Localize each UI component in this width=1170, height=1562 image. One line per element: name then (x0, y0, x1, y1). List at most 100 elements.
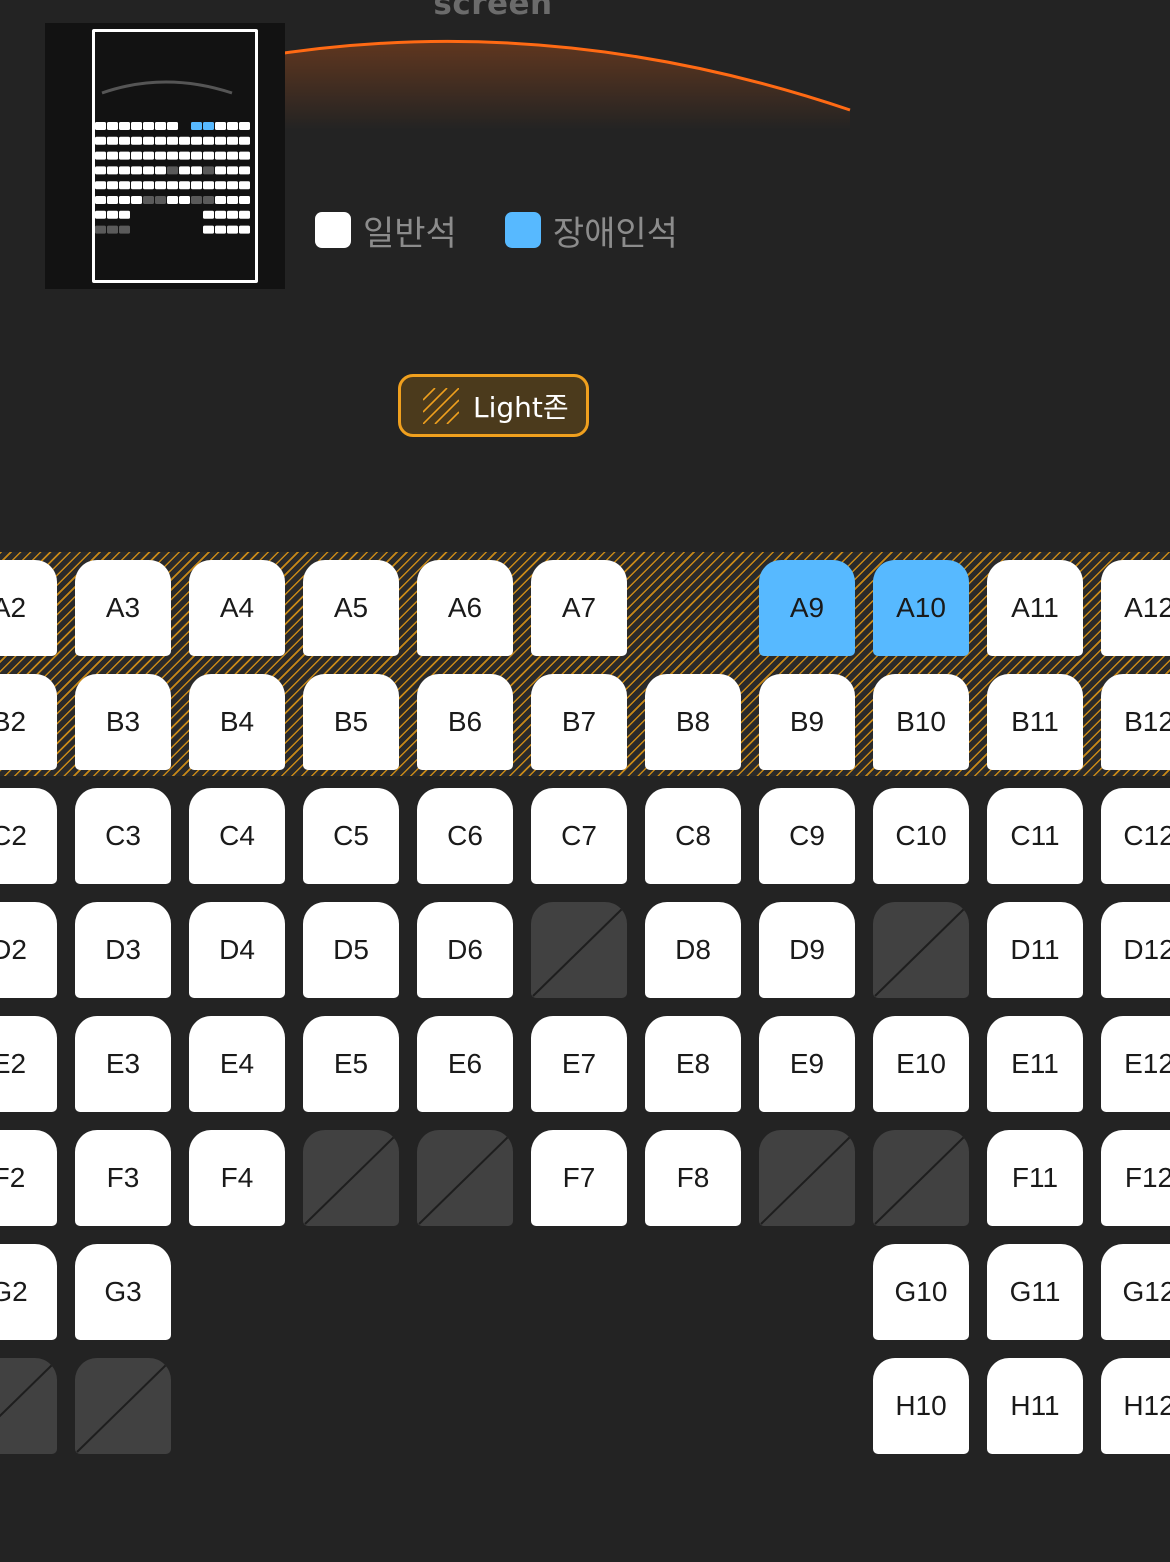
seat-D12[interactable]: D12 (1101, 902, 1170, 998)
unavailable-seat-F10 (873, 1130, 969, 1226)
seat-F3[interactable]: F3 (75, 1130, 171, 1226)
seat-label: F3 (106, 1162, 140, 1193)
seat-C11[interactable]: C11 (987, 788, 1083, 884)
seat-label: E7 (561, 1048, 597, 1079)
unavailable-seat-F5 (303, 1130, 399, 1226)
seat-C5[interactable]: C5 (303, 788, 399, 884)
seat-label: F2 (0, 1162, 26, 1193)
seat-C2[interactable]: C2 (0, 788, 57, 884)
seat-E2[interactable]: E2 (0, 1016, 57, 1112)
seat-F4[interactable]: F4 (189, 1130, 285, 1226)
unavailable-seat-F6 (417, 1130, 513, 1226)
unavailable-seat-D10 (873, 902, 969, 998)
seat-label: A2 (0, 592, 27, 623)
seat-F8[interactable]: F8 (645, 1130, 741, 1226)
seat-B11[interactable]: B11 (987, 674, 1083, 770)
seat-E12[interactable]: E12 (1101, 1016, 1170, 1112)
seat-A10[interactable]: A10 (873, 560, 969, 656)
seat-E11[interactable]: E11 (987, 1016, 1083, 1112)
seat-C4[interactable]: C4 (189, 788, 285, 884)
seat-label: D12 (1123, 934, 1170, 965)
seat-label: C4 (219, 820, 255, 851)
seat-label: B3 (105, 706, 141, 737)
seat-label: B11 (1011, 706, 1059, 737)
seat-D11[interactable]: D11 (987, 902, 1083, 998)
seat-label: B4 (219, 706, 255, 737)
seat-C10[interactable]: C10 (873, 788, 969, 884)
seat-B3[interactable]: B3 (75, 674, 171, 770)
seat-A7[interactable]: A7 (531, 560, 627, 656)
seat-C3[interactable]: C3 (75, 788, 171, 884)
seat-D9[interactable]: D9 (759, 902, 855, 998)
seat-B7[interactable]: B7 (531, 674, 627, 770)
seat-F7[interactable]: F7 (531, 1130, 627, 1226)
seat-label: D8 (675, 934, 711, 965)
seat-A6[interactable]: A6 (417, 560, 513, 656)
seat-label: A5 (333, 592, 369, 623)
seat-E8[interactable]: E8 (645, 1016, 741, 1112)
seat-A11[interactable]: A11 (987, 560, 1083, 656)
seat-C12[interactable]: C12 (1101, 788, 1170, 884)
seat-D2[interactable]: D2 (0, 902, 57, 998)
seat-label: C5 (333, 820, 369, 851)
seat-H10[interactable]: H10 (873, 1358, 969, 1454)
seat-label: D11 (1010, 934, 1060, 965)
seat-D5[interactable]: D5 (303, 902, 399, 998)
seat-F12[interactable]: F12 (1101, 1130, 1170, 1226)
seat-B4[interactable]: B4 (189, 674, 285, 770)
seat-B10[interactable]: B10 (873, 674, 969, 770)
slash-icon (76, 1363, 168, 1453)
seat-C7[interactable]: C7 (531, 788, 627, 884)
seat-B9[interactable]: B9 (759, 674, 855, 770)
seat-B5[interactable]: B5 (303, 674, 399, 770)
slash-icon (760, 1135, 852, 1225)
seat-A12[interactable]: A12 (1101, 560, 1170, 656)
seat-label: E12 (1124, 1048, 1170, 1079)
seat-C6[interactable]: C6 (417, 788, 513, 884)
seat-B2[interactable]: B2 (0, 674, 57, 770)
seat-D4[interactable]: D4 (189, 902, 285, 998)
seat-A4[interactable]: A4 (189, 560, 285, 656)
seat-D6[interactable]: D6 (417, 902, 513, 998)
seat-map: A2 A3 A4 A5 A6 A7 A9 A10 A11 A12 B2 B3 B4 B5 B6 B7 B8 B9 B… (0, 0, 1170, 1562)
seat-B8[interactable]: B8 (645, 674, 741, 770)
seat-F11[interactable]: F11 (987, 1130, 1083, 1226)
seat-C9[interactable]: C9 (759, 788, 855, 884)
seat-G12[interactable]: G12 (1101, 1244, 1170, 1340)
seat-A2[interactable]: A2 (0, 560, 57, 656)
seat-G3[interactable]: G3 (75, 1244, 171, 1340)
seat-label: D9 (789, 934, 825, 965)
seat-label: G3 (104, 1276, 142, 1307)
seat-A3[interactable]: A3 (75, 560, 171, 656)
seat-E5[interactable]: E5 (303, 1016, 399, 1112)
seat-G11[interactable]: G11 (987, 1244, 1083, 1340)
seat-C8[interactable]: C8 (645, 788, 741, 884)
seat-A5[interactable]: A5 (303, 560, 399, 656)
seat-D8[interactable]: D8 (645, 902, 741, 998)
seat-F2[interactable]: F2 (0, 1130, 57, 1226)
seat-E7[interactable]: E7 (531, 1016, 627, 1112)
seat-H11[interactable]: H11 (987, 1358, 1083, 1454)
seat-G10[interactable]: G10 (873, 1244, 969, 1340)
seat-label: B8 (675, 706, 711, 737)
slash-icon (304, 1135, 396, 1225)
slash-icon (874, 1135, 966, 1225)
seat-H12[interactable]: H12 (1101, 1358, 1170, 1454)
seat-label: C10 (895, 820, 947, 851)
seat-E4[interactable]: E4 (189, 1016, 285, 1112)
seat-E9[interactable]: E9 (759, 1016, 855, 1112)
seat-E6[interactable]: E6 (417, 1016, 513, 1112)
seat-B12[interactable]: B12 (1101, 674, 1170, 770)
seat-E10[interactable]: E10 (873, 1016, 969, 1112)
seat-G2[interactable]: G2 (0, 1244, 57, 1340)
seat-B6[interactable]: B6 (417, 674, 513, 770)
slash-icon (418, 1135, 510, 1225)
seat-A9[interactable]: A9 (759, 560, 855, 656)
seat-label: F4 (220, 1162, 254, 1193)
seat-label: G12 (1122, 1276, 1170, 1307)
seat-E3[interactable]: E3 (75, 1016, 171, 1112)
seat-label: H12 (1123, 1390, 1170, 1421)
seat-label: E10 (896, 1048, 946, 1079)
seat-label: C8 (675, 820, 711, 851)
seat-D3[interactable]: D3 (75, 902, 171, 998)
